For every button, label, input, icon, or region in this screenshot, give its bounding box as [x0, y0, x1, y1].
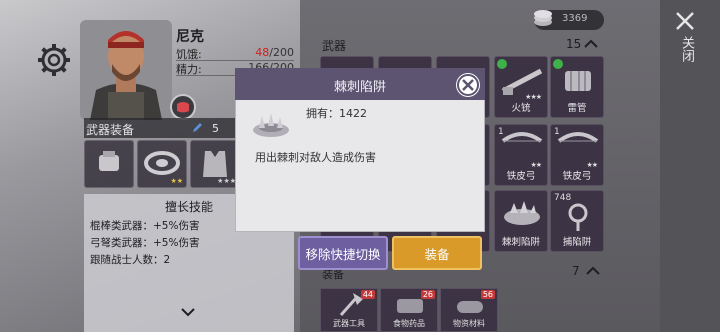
equip-button[interactable]: 装备	[392, 236, 482, 270]
equipment-section-count: 7	[572, 264, 580, 278]
chevron-up-icon[interactable]	[586, 266, 600, 276]
remove-quick-switch-button[interactable]: 移除快捷切换	[298, 236, 388, 270]
fist-icon	[177, 102, 189, 113]
item-count: 1	[498, 127, 504, 137]
item-count: 748	[554, 193, 572, 203]
owned-count: 拥有：1422	[306, 107, 367, 120]
item-name: 铁皮弓	[506, 171, 536, 182]
character-action-button[interactable]	[170, 94, 196, 120]
weapons-section-title: 武器	[322, 39, 347, 53]
item-name: 铁皮弓	[562, 171, 592, 182]
coin-icon	[534, 10, 552, 26]
inventory-slot-musket[interactable]: ★★★ 火铳	[494, 56, 548, 118]
spike-trap-icon	[253, 113, 289, 137]
chevron-up-icon[interactable]	[584, 39, 598, 49]
pencil-icon[interactable]	[192, 121, 204, 133]
weapon-slot[interactable]: ★★★	[190, 140, 240, 188]
slot-stars: ★★★	[217, 177, 236, 185]
character-name: 尼克	[176, 29, 204, 45]
game-screen: 尼克 饥饿: 48/200 精力: 166/200 武器装备 5 ★★	[0, 0, 720, 332]
item-name: 棘刺陷阱	[501, 237, 540, 248]
tab-weapon-tools[interactable]: 44 武器工具	[320, 288, 378, 332]
tab-badge: 56	[480, 290, 495, 299]
tab-label: 食物药品	[393, 319, 425, 328]
weapon-slot[interactable]	[84, 140, 134, 188]
tab-badge: 44	[360, 290, 375, 299]
currency-value: 3369	[562, 13, 588, 24]
weapon-equipment-count: 5	[212, 122, 219, 135]
skill-line: 弓弩类武器：+5%伤害	[90, 237, 200, 249]
tab-label: 武器工具	[333, 319, 365, 328]
tab-label: 物资材料	[453, 319, 485, 328]
spike-trap-icon	[504, 201, 540, 225]
item-description: 用出棘刺对敌人造成伤害	[255, 151, 376, 164]
close-icon[interactable]	[674, 10, 696, 32]
chevron-down-icon[interactable]	[180, 307, 196, 317]
modal-title: 棘刺陷阱	[333, 80, 386, 95]
recycle-icon	[553, 59, 563, 69]
gear-icon[interactable]	[36, 42, 72, 78]
recycle-icon	[497, 59, 507, 69]
hunger-value: 48	[255, 46, 270, 59]
weapon-equipment-title: 武器装备	[86, 123, 135, 137]
inventory-slot-spike-trap[interactable]: 棘刺陷阱	[494, 190, 548, 252]
character-portrait	[80, 20, 172, 120]
modal-close-button[interactable]	[456, 73, 480, 97]
fist-icon	[99, 151, 119, 171]
weapons-section-count: 15	[566, 37, 582, 51]
inventory-slot-bow[interactable]: 1 ★★ 铁皮弓	[494, 124, 548, 186]
inventory-slot-dynamite[interactable]: 雷管	[550, 56, 604, 118]
skill-line: 棍棒类武器：+5%伤害	[90, 220, 200, 232]
close-icon	[457, 74, 479, 96]
tab-materials[interactable]: 56 物资材料	[440, 288, 498, 332]
weapon-slot[interactable]: ★★	[137, 140, 187, 188]
item-count: 1	[554, 127, 560, 137]
tab-food-medicine[interactable]: 26 食物药品	[380, 288, 438, 332]
tab-badge: 26	[420, 290, 435, 299]
inventory-slot-snare[interactable]: 748 捕陷阱	[550, 190, 604, 252]
slot-stars: ★★	[170, 177, 183, 185]
hunger-max: /200	[269, 46, 294, 59]
close-label[interactable]: 关闭	[678, 36, 694, 62]
skill-line: 跟随战士人数：2	[90, 254, 171, 266]
inventory-slot-bow[interactable]: 1 ★★ 铁皮弓	[550, 124, 604, 186]
item-name: 雷管	[567, 103, 587, 114]
item-name: 火铳	[511, 103, 531, 114]
item-name: 捕陷阱	[562, 237, 592, 248]
